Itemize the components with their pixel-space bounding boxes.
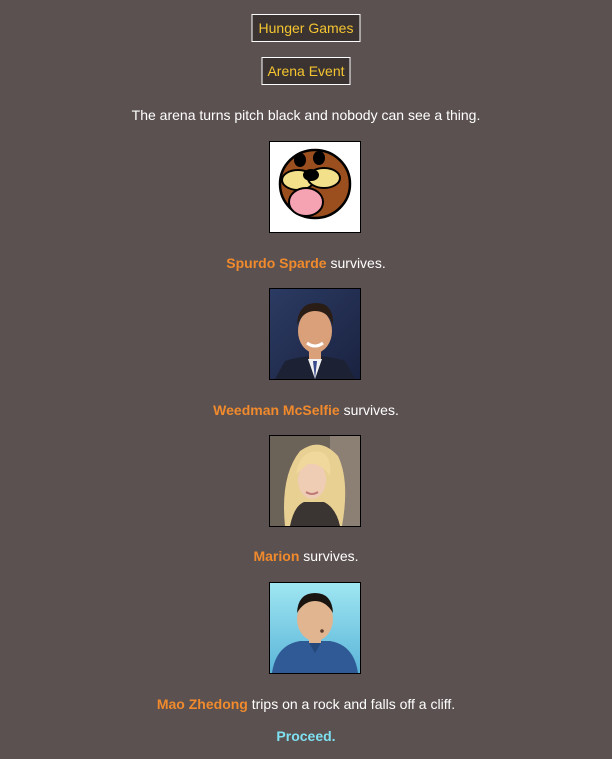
- entry-4-result: trips on a rock and falls off a cliff.: [247, 696, 456, 712]
- game-title: Hunger Games: [251, 14, 361, 42]
- intro-text: The arena turns pitch black and nobody c…: [131, 107, 481, 123]
- entry-2-name: Weedman McSelfie: [213, 402, 340, 418]
- entry-3-name: Marion: [253, 548, 300, 564]
- entry-1-line: Spurdo Sparde survives.: [0, 255, 612, 271]
- entry-4-name: Mao Zhedong: [156, 696, 248, 712]
- entry-3-result: survives.: [299, 548, 359, 564]
- entry-2-line: Weedman McSelfie survives.: [0, 402, 612, 418]
- proceed-link[interactable]: Proceed: [276, 728, 331, 744]
- weedman-portrait: [269, 288, 361, 380]
- mao-portrait: [269, 582, 361, 674]
- proceed-line: Proceed.: [0, 728, 612, 744]
- event-title: Arena Event: [261, 57, 351, 85]
- entry-1-name: Spurdo Sparde: [226, 255, 327, 271]
- marion-portrait: [269, 435, 361, 527]
- entry-1-result: survives.: [326, 255, 386, 271]
- entry-4-line: Mao Zhedong trips on a rock and falls of…: [0, 696, 612, 712]
- proceed-period: .: [331, 728, 336, 744]
- entry-3-line: Marion survives.: [0, 548, 612, 564]
- entry-2-result: survives.: [339, 402, 399, 418]
- spurdo-portrait: [269, 141, 361, 233]
- page: Hunger Games Arena Event The arena turns…: [0, 0, 612, 759]
